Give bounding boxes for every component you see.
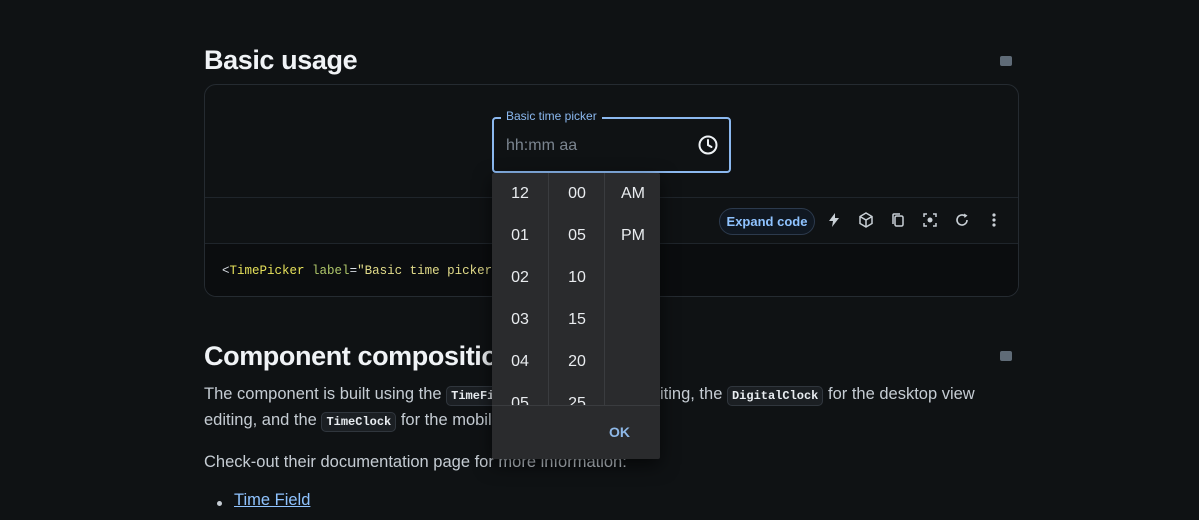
minute-option[interactable]: 05 — [549, 215, 605, 257]
minute-option[interactable]: 25 — [549, 383, 605, 405]
time-picker-placeholder: hh:mm aa — [506, 137, 578, 154]
ok-button[interactable]: OK — [609, 424, 630, 440]
code-snippet: <TimePicker label="Basic time picker" — [222, 264, 500, 278]
hour-option[interactable]: 04 — [492, 341, 548, 383]
list-bullet — [217, 501, 222, 506]
copy-icon[interactable] — [889, 211, 907, 229]
bolt-icon[interactable] — [825, 211, 843, 229]
hour-option[interactable]: 01 — [492, 215, 548, 257]
meridiem-option[interactable]: PM — [605, 215, 660, 257]
time-picker-label: Basic time picker — [501, 109, 602, 123]
link-time-field[interactable]: Time Field — [234, 491, 310, 510]
minutes-column[interactable]: 00 05 10 15 20 25 — [549, 173, 605, 405]
hour-option[interactable]: 02 — [492, 257, 548, 299]
minute-option[interactable]: 10 — [549, 257, 605, 299]
reset-icon[interactable] — [953, 211, 971, 229]
code-digitalclock: DigitalClock — [726, 386, 824, 406]
minute-option[interactable]: 20 — [549, 341, 605, 383]
hour-option[interactable]: 05 — [492, 383, 548, 405]
section-title-component-composition: Component compositio — [204, 341, 498, 371]
hour-option[interactable]: 03 — [492, 299, 548, 341]
screenshot-icon[interactable] — [921, 211, 939, 229]
more-vertical-icon[interactable] — [985, 211, 1003, 229]
meridiem-option[interactable]: AM — [605, 173, 660, 215]
hour-option[interactable]: 12 — [492, 173, 548, 215]
paragraph-line-1: The component is built using the TimeFi — [204, 381, 500, 409]
minute-option[interactable]: 00 — [549, 173, 605, 215]
minute-option[interactable]: 15 — [549, 299, 605, 341]
paragraph-line-2: editing, and the TimeClock for the mobil… — [204, 407, 501, 435]
picker-actions: OK — [492, 405, 660, 459]
hours-column[interactable]: 12 01 02 03 04 05 — [492, 173, 548, 405]
time-picker-popup: 12 01 02 03 04 05 00 05 10 15 20 25 AM P… — [492, 173, 660, 459]
cube-icon[interactable] — [857, 211, 875, 229]
comment-icon[interactable] — [1000, 56, 1012, 66]
code-timeclock: TimeClock — [321, 412, 397, 432]
meridiem-column[interactable]: AM PM — [605, 173, 660, 405]
clock-icon[interactable] — [697, 134, 719, 161]
section-title-basic-usage: Basic usage — [204, 45, 358, 75]
comment-icon[interactable] — [1000, 351, 1012, 361]
paragraph-line-1-rest: iting, the DigitalClock for the desktop … — [660, 381, 975, 409]
expand-code-button[interactable]: Expand code — [719, 208, 815, 235]
